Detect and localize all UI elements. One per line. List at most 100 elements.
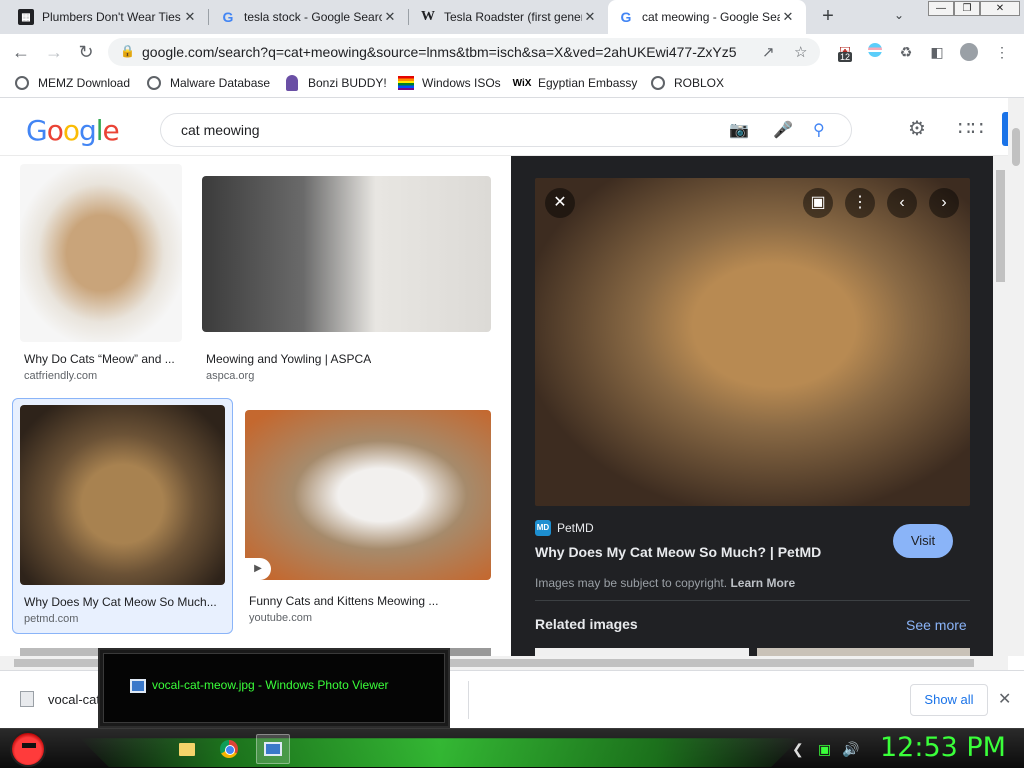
lens-icon[interactable]: ▣ [803,188,833,218]
close-icon[interactable]: ✕ [545,188,575,218]
close-window-button[interactable]: ✕ [980,1,1020,16]
address-bar[interactable]: 🔒 google.com/search?q=cat+meowing&source… [108,38,820,66]
bookmark-label: Malware Database [170,76,271,90]
restore-button[interactable]: ❐ [954,1,980,16]
bookmark-label: MEMZ Download [38,76,131,90]
volume-icon[interactable]: 🔊 [842,741,859,758]
scrollbar-thumb[interactable] [996,170,1005,282]
close-icon[interactable]: ✕ [182,9,198,25]
result-card[interactable]: Why Does My Cat Meow So Much... petmd.co… [12,398,233,634]
result-caption[interactable]: Why Do Cats “Meow” and ... [24,352,180,366]
chrome-icon[interactable] [212,734,246,764]
result-card[interactable]: Why Do Cats “Meow” and ... catfriendly.c… [12,156,190,388]
taskbar-thumbnail-preview[interactable]: vocal-cat-meow.jpg - Windows Photo Viewe… [98,648,450,728]
google-logo[interactable]: Google [26,114,120,147]
panel-scrollbar[interactable] [993,156,1008,656]
result-caption[interactable]: Why Does My Cat Meow So Much... [24,595,222,609]
bookmark-label: Bonzi BUDDY! [308,76,387,90]
preview-window-title[interactable]: vocal-cat-meow.jpg - Windows Photo Viewe… [152,678,389,692]
lock-icon[interactable]: 🔒 [120,44,135,58]
tab-plumbers[interactable]: ▦ Plumbers Don't Wear Ties ✕ [8,0,208,34]
download-filename[interactable]: vocal-cat [48,692,100,707]
play-icon[interactable]: ▶ [245,558,271,580]
chevron-down-icon[interactable]: ⌄ [894,8,904,22]
show-all-button[interactable]: Show all [910,684,988,716]
sidebar-icon[interactable]: ◧ [928,43,946,61]
network-icon[interactable]: ▣ [818,741,831,758]
start-button[interactable] [10,731,46,767]
search-icon[interactable]: ⚲ [813,120,825,140]
close-icon[interactable]: ✕ [382,9,398,25]
tray-arrow-icon[interactable]: ❮ [792,741,804,758]
new-tab-button[interactable]: + [816,5,840,29]
bookmark-memz[interactable]: MEMZ Download [14,75,130,91]
bookmark-windows-isos[interactable]: Windows ISOs [398,75,501,91]
extension-flag-icon[interactable] [866,43,884,61]
kebab-menu-icon[interactable]: ⋮ [993,43,1011,61]
related-image[interactable] [535,648,749,656]
minimize-button[interactable]: — [928,1,954,16]
result-image[interactable] [245,410,491,580]
bookmark-bonzi-buddy[interactable]: Bonzi BUDDY! [284,75,387,91]
preview-source[interactable]: MD PetMD [535,520,594,536]
bookmark-malware-database[interactable]: Malware Database [146,75,270,91]
scrollbar-thumb[interactable] [1012,128,1020,166]
forward-button[interactable]: → [42,40,66,64]
apps-grid-icon[interactable]: ∷∷ [958,116,983,141]
preview-title[interactable]: Why Does My Cat Meow So Much? | PetMD [535,544,821,560]
logo-letter: l [95,114,104,147]
result-card[interactable]: Meowing and Yowling | ASPCA aspca.org [194,156,494,388]
address-url[interactable]: google.com/search?q=cat+meowing&source=l… [142,44,752,60]
kebab-menu-icon[interactable]: ⋮ [845,188,875,218]
result-image[interactable] [20,164,182,342]
download-item[interactable]: vocal-cat [20,691,100,707]
camera-icon[interactable]: 📷 [729,120,749,140]
folder-icon[interactable] [170,734,204,764]
chevron-right-icon[interactable]: › [929,188,959,218]
result-caption[interactable]: Meowing and Yowling | ASPCA [206,352,371,366]
result-image[interactable] [20,405,225,585]
result-source: aspca.org [206,370,255,382]
photo-viewer-icon[interactable] [256,734,290,764]
tab-tesla-stock[interactable]: G tesla stock - Google Search ✕ [210,0,408,34]
reload-button[interactable]: ↻ [74,40,98,64]
image-preview-panel: ✕ ▣ ⋮ ‹ › MD PetMD Why Does My Cat Meow … [511,156,993,656]
related-image[interactable] [757,648,970,656]
search-input[interactable]: cat meowing [181,122,260,138]
clock[interactable]: 12:53 PM [880,732,1006,763]
search-box[interactable]: cat meowing 📷 🎤 ⚲ [160,113,852,147]
result-source: catfriendly.com [24,370,98,382]
chevron-left-icon[interactable]: ‹ [887,188,917,218]
close-icon[interactable]: ✕ [998,689,1011,709]
tab-cat-meowing[interactable]: G cat meowing - Google Search ✕ [608,0,806,34]
image-results-grid: Why Do Cats “Meow” and ... catfriendly.c… [0,156,511,656]
bookmarks-bar: MEMZ Download Malware Database Bonzi BUD… [0,70,1024,98]
back-button[interactable]: ← [9,40,33,64]
see-more-link[interactable]: See more [906,617,967,633]
close-icon[interactable]: ✕ [582,9,598,25]
result-card[interactable]: ▶ Funny Cats and Kittens Meowing ... you… [238,398,496,634]
tab-separator [408,9,409,25]
tab-tesla-roadster[interactable]: W Tesla Roadster (first generation) ✕ [410,0,608,34]
result-image[interactable] [202,176,491,332]
preview-source-name[interactable]: PetMD [557,521,594,535]
avatar[interactable] [960,43,978,61]
page-scrollbar[interactable] [1008,98,1024,656]
puzzle-icon[interactable]: ♻ [897,43,915,61]
microphone-icon[interactable]: 🎤 [773,120,793,140]
gear-icon[interactable]: ⚙ [908,116,926,141]
preview-image[interactable] [535,178,970,506]
result-source: petmd.com [24,613,79,625]
file-icon [20,691,34,707]
petmd-icon: MD [535,520,551,536]
star-icon[interactable]: ☆ [794,43,807,61]
visit-button[interactable]: Visit [893,524,953,558]
share-icon[interactable]: ↗ [762,43,775,61]
bookmark-roblox[interactable]: ROBLOX [650,75,724,91]
copyright-notice: Images may be subject to copyright. Lear… [535,576,795,590]
building-icon: ▦ [18,9,34,25]
close-icon[interactable]: ✕ [780,9,796,25]
result-caption[interactable]: Funny Cats and Kittens Meowing ... [249,594,438,608]
learn-more-link[interactable]: Learn More [730,576,795,590]
bookmark-egyptian-embassy[interactable]: WiX Egyptian Embassy [513,75,638,91]
